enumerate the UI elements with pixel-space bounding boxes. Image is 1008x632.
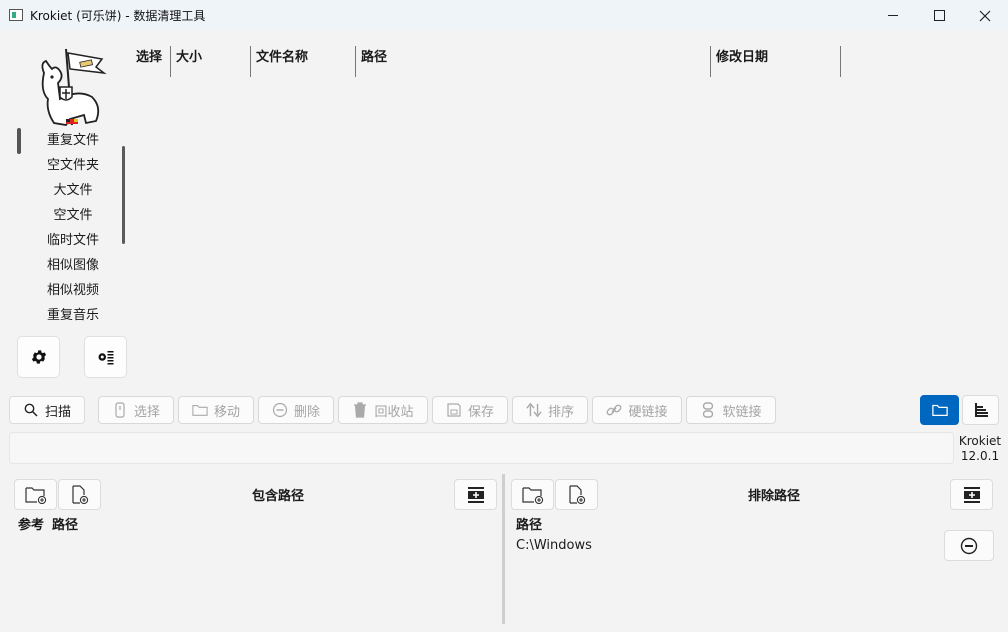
included-paths-title: 包含路径 (252, 489, 305, 504)
column-header-file-name[interactable]: 文件名称 (256, 46, 308, 77)
column-header-select[interactable]: 选择 (136, 46, 162, 77)
column-separator[interactable] (840, 46, 841, 77)
menu-item-empty-folders[interactable]: 空文件夹 (36, 155, 110, 177)
menu-item-duplicate-music[interactable]: 重复音乐 (36, 305, 110, 327)
log-settings-icon (98, 351, 113, 365)
trash-label: 回收站 (374, 404, 414, 420)
sort-button[interactable]: 排序 (512, 396, 588, 424)
window-title: Krokiet (可乐饼) - 数据清理工具 (30, 9, 206, 23)
add-folder-icon (521, 486, 543, 504)
save-icon (446, 402, 462, 418)
column-separator[interactable] (250, 46, 251, 77)
sort-icon (526, 402, 542, 418)
close-icon (979, 10, 991, 21)
excluded-path-item[interactable]: C:\Windows (516, 538, 592, 553)
list-icon (973, 402, 989, 418)
trash-button[interactable]: 回收站 (338, 396, 428, 424)
column-header-path[interactable]: 路径 (361, 46, 387, 77)
remove-excluded-path-button[interactable] (944, 530, 994, 561)
minus-circle-icon (960, 537, 978, 554)
folder-view-button[interactable] (920, 395, 959, 425)
log-settings-button[interactable] (84, 336, 127, 378)
scan-label: 扫描 (44, 404, 71, 420)
move-label: 移动 (213, 404, 240, 420)
link-icon (606, 402, 622, 418)
excluded-paths-title: 排除路径 (748, 489, 801, 504)
manual-add-included-button[interactable] (454, 479, 497, 510)
app-name: Krokiet (958, 434, 1002, 448)
delete-label: 删除 (293, 404, 320, 420)
log-view-button[interactable] (962, 395, 999, 425)
krokiet-logo (41, 48, 107, 126)
select-label: 选择 (133, 404, 160, 420)
add-excluded-folder-button[interactable] (511, 479, 554, 510)
add-excluded-file-button[interactable] (555, 479, 598, 510)
status-bar (9, 432, 954, 464)
minimize-icon (888, 15, 898, 16)
manual-add-icon (467, 486, 484, 503)
app-icon (9, 9, 23, 21)
add-folder-icon (24, 486, 46, 504)
menu-item-big-files[interactable]: 大文件 (36, 180, 110, 202)
panel-splitter[interactable] (502, 474, 505, 624)
menu-item-similar-videos[interactable]: 相似视频 (36, 280, 110, 302)
add-file-icon (568, 484, 585, 504)
add-included-folder-button[interactable] (14, 479, 57, 510)
menu-item-temporary-files[interactable]: 临时文件 (36, 230, 110, 252)
sort-label: 排序 (547, 404, 574, 420)
minus-circle-icon (272, 402, 288, 418)
menu-item-similar-images[interactable]: 相似图像 (36, 255, 110, 277)
symlink-label: 软链接 (722, 404, 762, 420)
maximize-icon (933, 10, 945, 21)
folder-icon (931, 402, 948, 418)
manual-add-icon (963, 486, 980, 503)
search-icon (23, 402, 39, 418)
menu-item-duplicate-files[interactable]: 重复文件 (36, 130, 110, 152)
hardlink-label: 硬链接 (628, 404, 668, 420)
menu-scrollbar[interactable] (122, 146, 125, 244)
column-header-modified-date[interactable]: 修改日期 (716, 46, 768, 77)
column-header-included-path: 路径 (52, 518, 79, 533)
save-button[interactable]: 保存 (432, 396, 508, 424)
hardlink-button[interactable]: 硬链接 (592, 396, 682, 424)
selected-indicator (17, 128, 21, 154)
folder-icon (192, 402, 208, 418)
minimize-button[interactable] (870, 0, 916, 31)
delete-button[interactable]: 删除 (258, 396, 334, 424)
scan-button[interactable]: 扫描 (9, 396, 85, 424)
gear-icon (31, 350, 46, 364)
column-separator[interactable] (710, 46, 711, 77)
add-file-icon (71, 484, 88, 504)
manual-add-excluded-button[interactable] (950, 479, 993, 510)
title-bar: Krokiet (可乐饼) - 数据清理工具 (0, 0, 1008, 31)
app-version: 12.0.1 (960, 449, 1000, 463)
close-button[interactable] (962, 0, 1008, 31)
column-separator[interactable] (170, 46, 171, 77)
maximize-button[interactable] (916, 0, 962, 31)
chain-icon (700, 402, 716, 418)
column-header-size[interactable]: 大小 (176, 46, 202, 77)
select-icon (112, 402, 128, 418)
column-separator[interactable] (355, 46, 356, 77)
trash-icon (352, 402, 368, 418)
save-label: 保存 (467, 404, 494, 420)
symlink-button[interactable]: 软链接 (686, 396, 776, 424)
move-button[interactable]: 移动 (178, 396, 254, 424)
select-button[interactable]: 选择 (98, 396, 174, 424)
column-header-reference: 参考 (18, 518, 45, 533)
column-header-excluded-path: 路径 (516, 518, 543, 533)
add-included-file-button[interactable] (58, 479, 101, 510)
settings-button[interactable] (17, 336, 60, 378)
menu-item-empty-files[interactable]: 空文件 (36, 205, 110, 227)
